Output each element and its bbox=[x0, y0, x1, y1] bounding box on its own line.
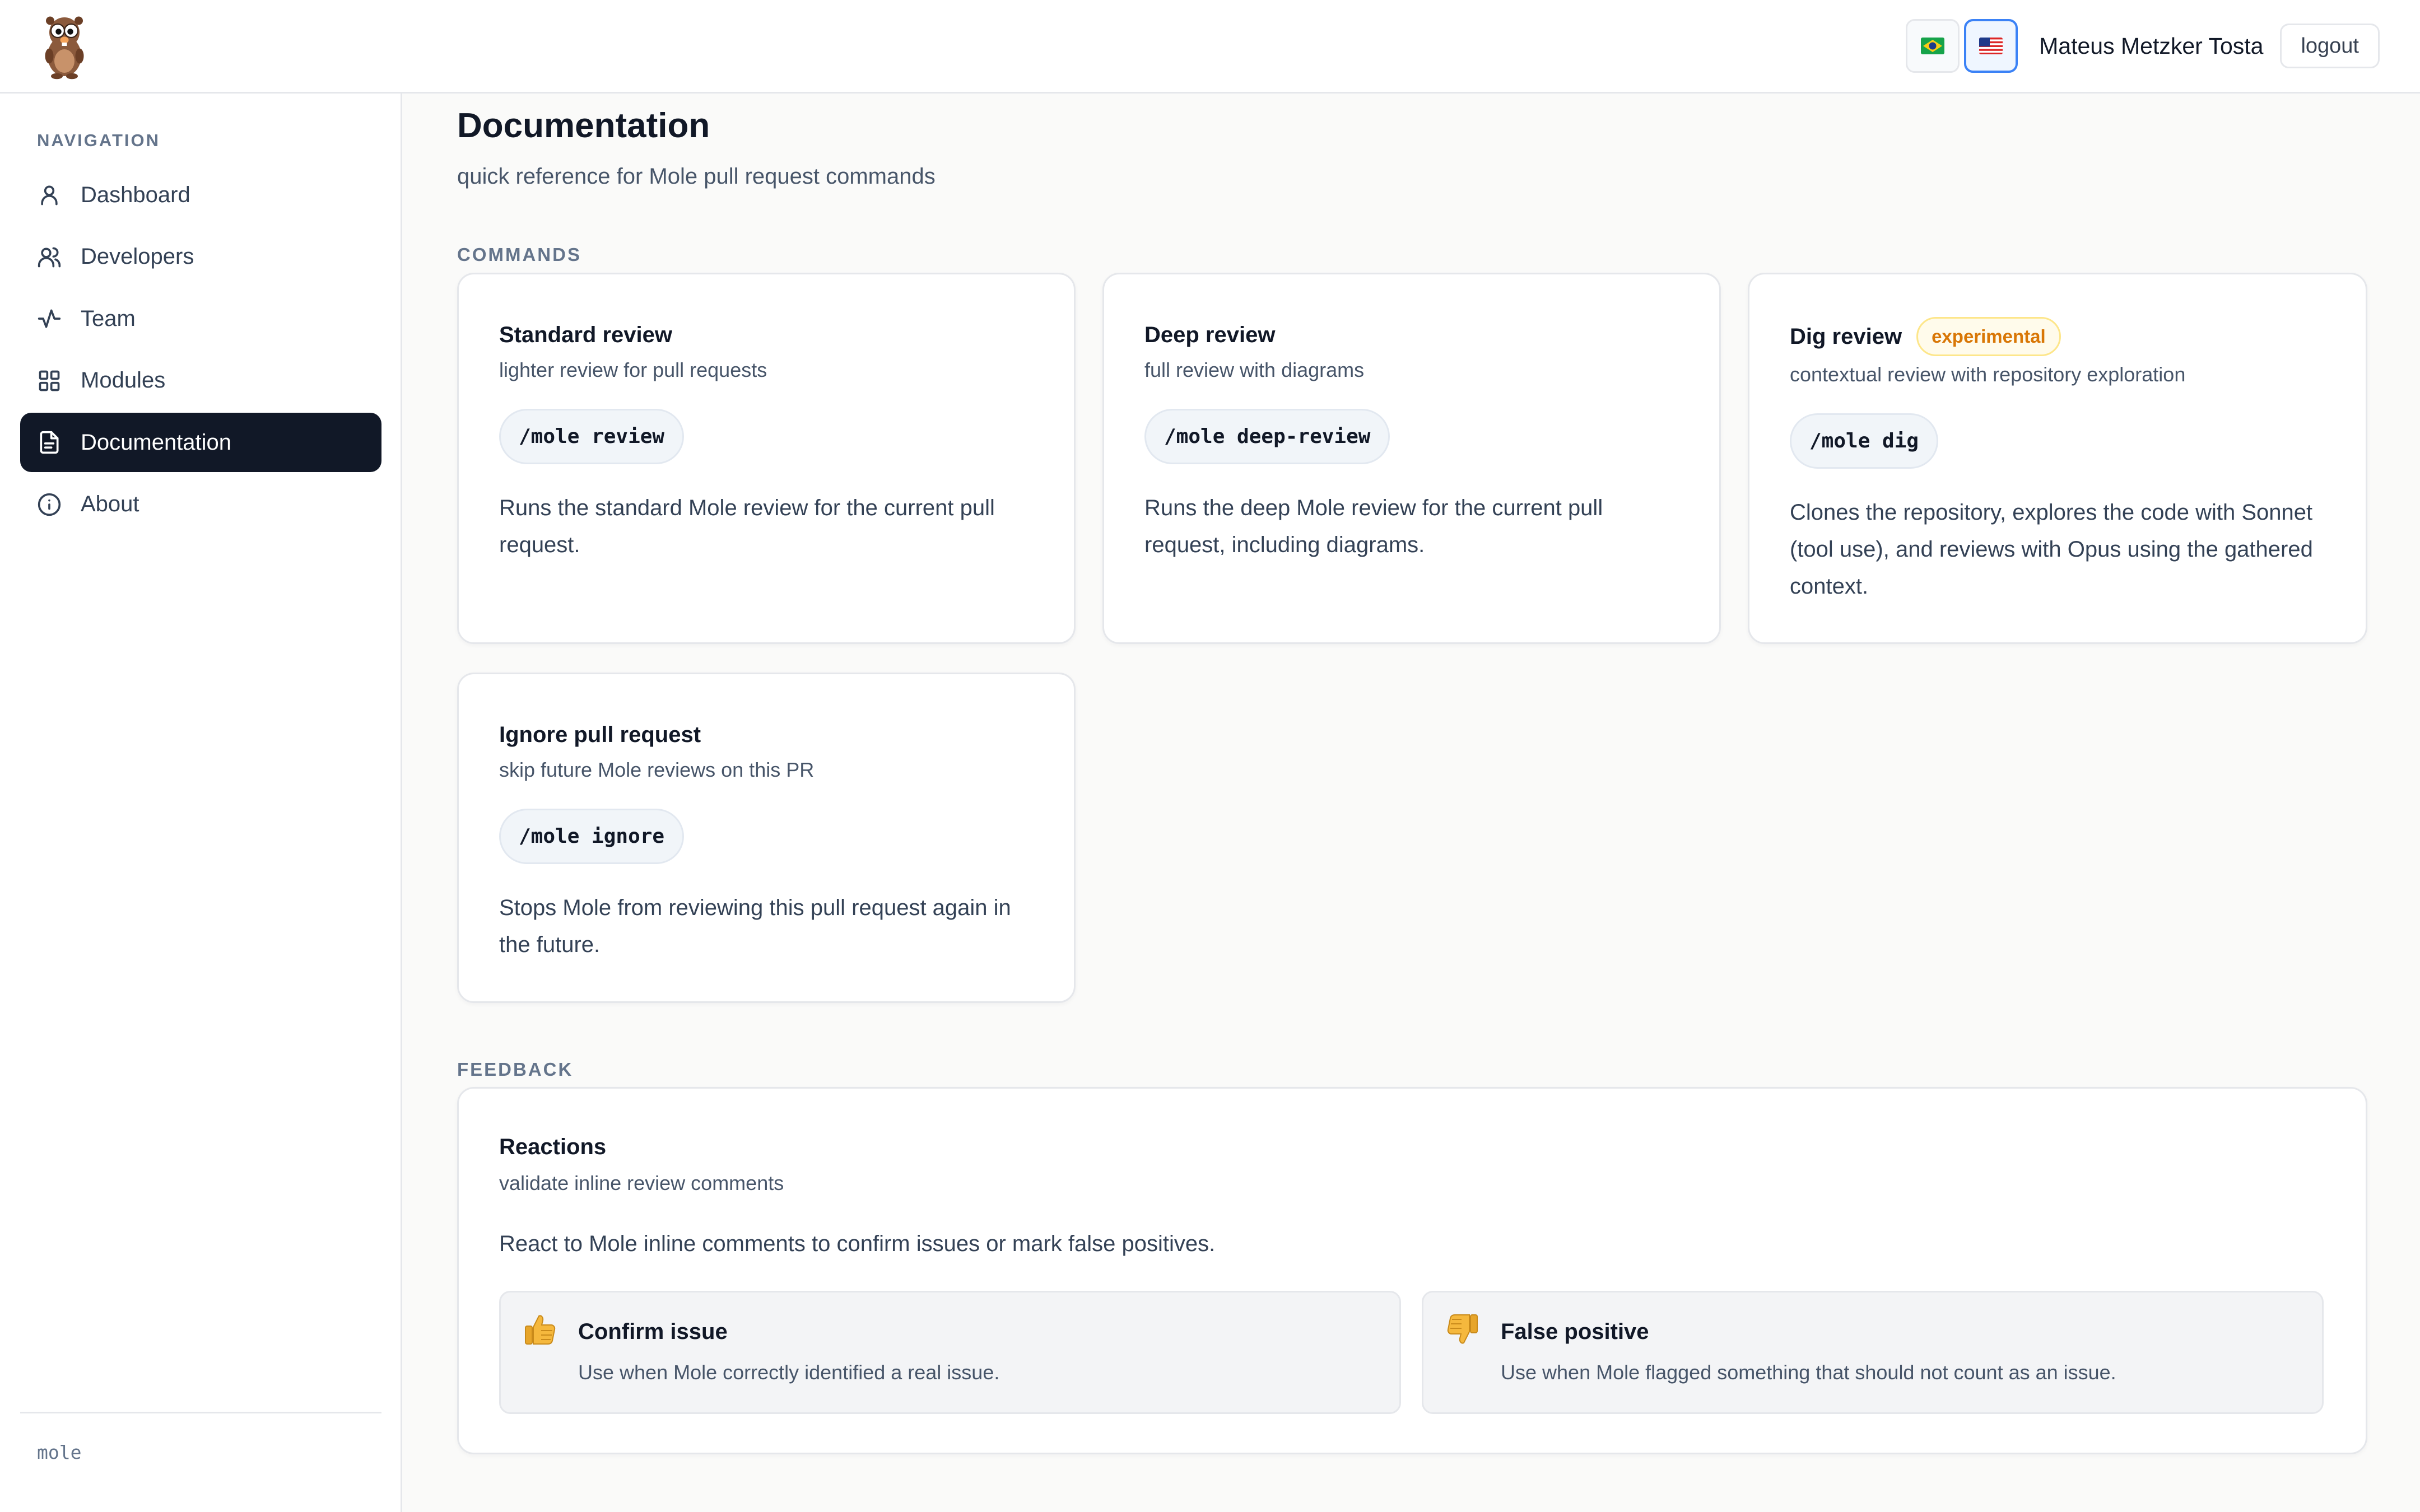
sidebar: NAVIGATION Dashboard Developers Team Mod… bbox=[0, 94, 402, 1512]
card-title: Ignore pull request bbox=[499, 722, 701, 747]
nav-label: Modules bbox=[81, 368, 166, 393]
language-pt-button[interactable] bbox=[1906, 19, 1960, 73]
grid-icon bbox=[37, 368, 62, 393]
feedback-section-label: FEEDBACK bbox=[457, 1059, 574, 1080]
users-icon bbox=[37, 245, 62, 269]
reaction-description: Use when Mole correctly identified a rea… bbox=[578, 1361, 1000, 1384]
thumbs-up-icon bbox=[525, 1315, 556, 1345]
nav-label: About bbox=[81, 492, 139, 516]
reaction-title: False positive bbox=[1501, 1319, 1649, 1344]
command-card: Ignore pull request skip future Mole rev… bbox=[457, 673, 1076, 1003]
commands-section-label: COMMANDS bbox=[457, 244, 581, 265]
card-subtitle: contextual review with repository explor… bbox=[1790, 363, 2186, 386]
info-icon bbox=[37, 492, 62, 517]
usa-flag-icon bbox=[1979, 38, 2003, 54]
mole-logo-icon bbox=[45, 16, 84, 80]
card-subtitle: lighter review for pull requests bbox=[499, 358, 767, 381]
nav-item-team[interactable]: Team bbox=[20, 289, 381, 348]
page-title: Documentation bbox=[457, 106, 710, 145]
card-description: React to Mole inline comments to confirm… bbox=[499, 1231, 1216, 1256]
nav-heading: NAVIGATION bbox=[37, 130, 161, 150]
logout-button[interactable]: logout bbox=[2280, 24, 2380, 68]
card-subtitle: validate inline review comments bbox=[499, 1172, 784, 1194]
command-code[interactable]: /mole ignore bbox=[499, 809, 685, 864]
card-subtitle: skip future Mole reviews on this PR bbox=[499, 758, 815, 781]
language-en-button[interactable] bbox=[1964, 19, 2018, 73]
confirm-issue-box: Confirm issue Use when Mole correctly id… bbox=[499, 1291, 1401, 1414]
top-header: Mateus Metzker Tosta logout bbox=[0, 0, 2420, 94]
card-title: Deep review bbox=[1144, 323, 1276, 347]
false-positive-box: False positive Use when Mole flagged som… bbox=[1422, 1291, 2324, 1414]
activity-icon bbox=[37, 306, 62, 331]
experimental-badge: experimental bbox=[1916, 317, 2061, 356]
card-description: Runs the standard Mole review for the cu… bbox=[499, 496, 995, 557]
card-title: Reactions bbox=[499, 1135, 607, 1159]
card-title: Standard review bbox=[499, 323, 673, 347]
user-name: Mateus Metzker Tosta bbox=[2039, 32, 2264, 59]
header-actions: Mateus Metzker Tosta logout bbox=[1901, 19, 2380, 73]
nav-label: Dashboard bbox=[81, 182, 190, 207]
sidebar-footer: mole bbox=[20, 1412, 381, 1463]
card-description: Runs the deep Mole review for the curren… bbox=[1144, 496, 1603, 557]
thumbs-down-icon bbox=[1447, 1314, 1478, 1344]
nav-item-dashboard[interactable]: Dashboard bbox=[20, 165, 381, 225]
nav-label: Documentation bbox=[81, 430, 232, 455]
nav-label: Developers bbox=[81, 244, 194, 269]
nav-item-about[interactable]: About bbox=[20, 475, 381, 534]
app-name: mole bbox=[37, 1441, 82, 1463]
nav-list: Dashboard Developers Team Modules Docume… bbox=[20, 165, 381, 536]
brazil-flag-icon bbox=[1921, 38, 1945, 54]
command-code[interactable]: /mole review bbox=[499, 409, 685, 464]
command-card: Deep review full review with diagrams /m… bbox=[1102, 273, 1721, 644]
card-description: Stops Mole from reviewing this pull requ… bbox=[499, 895, 1011, 957]
reactions-card: Reactions validate inline review comment… bbox=[457, 1087, 2367, 1454]
command-card: Dig review experimental contextual revie… bbox=[1748, 273, 2367, 644]
nav-item-modules[interactable]: Modules bbox=[20, 351, 381, 410]
mole-logo[interactable] bbox=[39, 12, 90, 80]
page-subtitle: quick reference for Mole pull request co… bbox=[457, 164, 936, 189]
nav-label: Team bbox=[81, 306, 136, 331]
user-icon bbox=[37, 183, 62, 207]
nav-item-documentation[interactable]: Documentation bbox=[20, 413, 381, 472]
document-icon bbox=[37, 430, 62, 455]
command-code[interactable]: /mole dig bbox=[1790, 413, 1939, 469]
card-title-row: Dig review experimental bbox=[1790, 317, 2061, 356]
reaction-description: Use when Mole flagged something that sho… bbox=[1501, 1361, 2116, 1384]
nav-item-developers[interactable]: Developers bbox=[20, 227, 381, 287]
card-subtitle: full review with diagrams bbox=[1144, 358, 1365, 381]
command-code[interactable]: /mole deep-review bbox=[1144, 409, 1390, 464]
reaction-title: Confirm issue bbox=[578, 1319, 728, 1344]
card-description: Clones the repository, explores the code… bbox=[1790, 500, 2313, 599]
command-card: Standard review lighter review for pull … bbox=[457, 273, 1076, 644]
card-title: Dig review bbox=[1790, 324, 1902, 349]
